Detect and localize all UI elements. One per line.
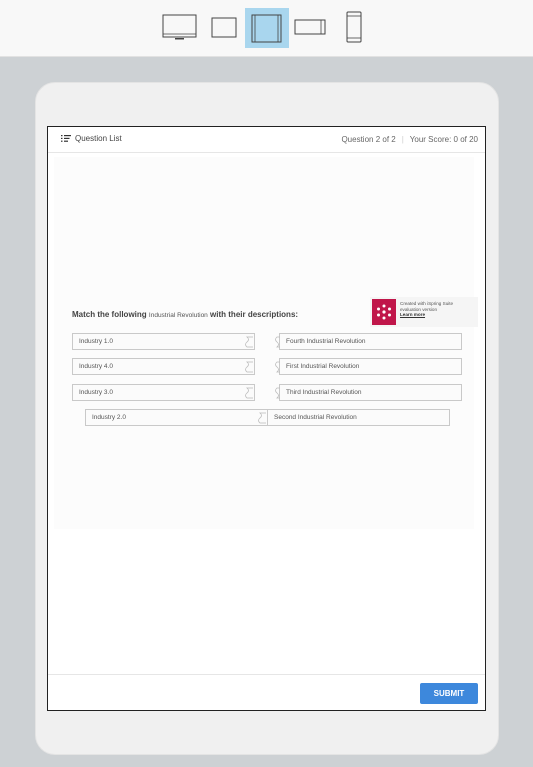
quiz-status: Question 2 of 2 | Your Score: 0 of 20 [341,135,478,144]
question-progress: Question 2 of 2 [341,135,396,144]
tablet-landscape-icon [251,14,282,43]
question-highlight: Industrial Revolution [148,312,208,319]
match-left-label: Industry 4.0 [79,363,113,370]
match-left-label: Industry 2.0 [92,414,126,421]
match-right-label: Third Industrial Revolution [286,389,362,396]
match-left-item[interactable]: Industry 4.0 [72,358,255,375]
list-icon [61,135,71,142]
quiz-footer: SUBMIT [48,674,485,711]
tablet-portrait-icon [211,17,237,38]
device-desktop-button[interactable] [158,8,202,48]
submit-button[interactable]: SUBMIT [420,683,478,704]
puzzle-tab-icon [275,361,280,373]
device-tablet-portrait-button[interactable] [205,8,243,48]
device-phone-portrait-button[interactable] [340,8,368,48]
puzzle-tab-icon [275,387,280,399]
quiz-header: Question List Question 2 of 2 | Your Score… [48,127,485,153]
match-right-item[interactable]: Third Industrial Revolution [275,384,462,401]
question-prefix: Match the following [72,310,147,319]
match-left-item[interactable]: Industry 2.0 [85,409,268,426]
question-list-button[interactable]: Question List [61,134,122,143]
quiz-player: Question List Question 2 of 2 | Your Score… [47,126,486,711]
evaluation-badge: Created with iSpring Suite evaluation ve… [370,297,478,327]
match-right-item[interactable]: Fourth Industrial Revolution [275,333,462,350]
phone-landscape-icon [294,19,326,35]
question-text: Match the following Industrial Revolutio… [72,310,298,319]
match-right-label: Fourth Industrial Revolution [286,338,366,345]
match-right-label: Second Industrial Revolution [274,414,357,421]
puzzle-socket-icon [245,387,253,399]
learn-more-link[interactable]: Learn more [400,312,425,318]
phone-portrait-icon [346,11,362,43]
puzzle-socket-icon [245,361,253,373]
match-left-label: Industry 3.0 [79,389,113,396]
ispring-logo-icon [372,299,396,325]
match-left-item[interactable]: Industry 1.0 [72,333,255,350]
score-display: Your Score: 0 of 20 [409,135,478,144]
question-list-label: Question List [75,134,122,143]
match-right-label: First Industrial Revolution [286,363,360,370]
match-left-label: Industry 1.0 [79,338,113,345]
match-right-item[interactable]: First Industrial Revolution [275,358,462,375]
question-suffix: with their descriptions: [210,310,299,319]
device-phone-landscape-button[interactable] [291,8,329,48]
device-toolbar [0,0,533,57]
puzzle-socket-icon [258,412,266,424]
status-divider: | [401,135,404,144]
match-right-item[interactable]: Second Industrial Revolution [267,409,450,426]
puzzle-socket-icon [245,336,253,348]
puzzle-tab-icon [275,336,280,348]
match-left-item[interactable]: Industry 3.0 [72,384,255,401]
device-tablet-landscape-button[interactable] [245,8,289,48]
desktop-icon [162,14,197,40]
